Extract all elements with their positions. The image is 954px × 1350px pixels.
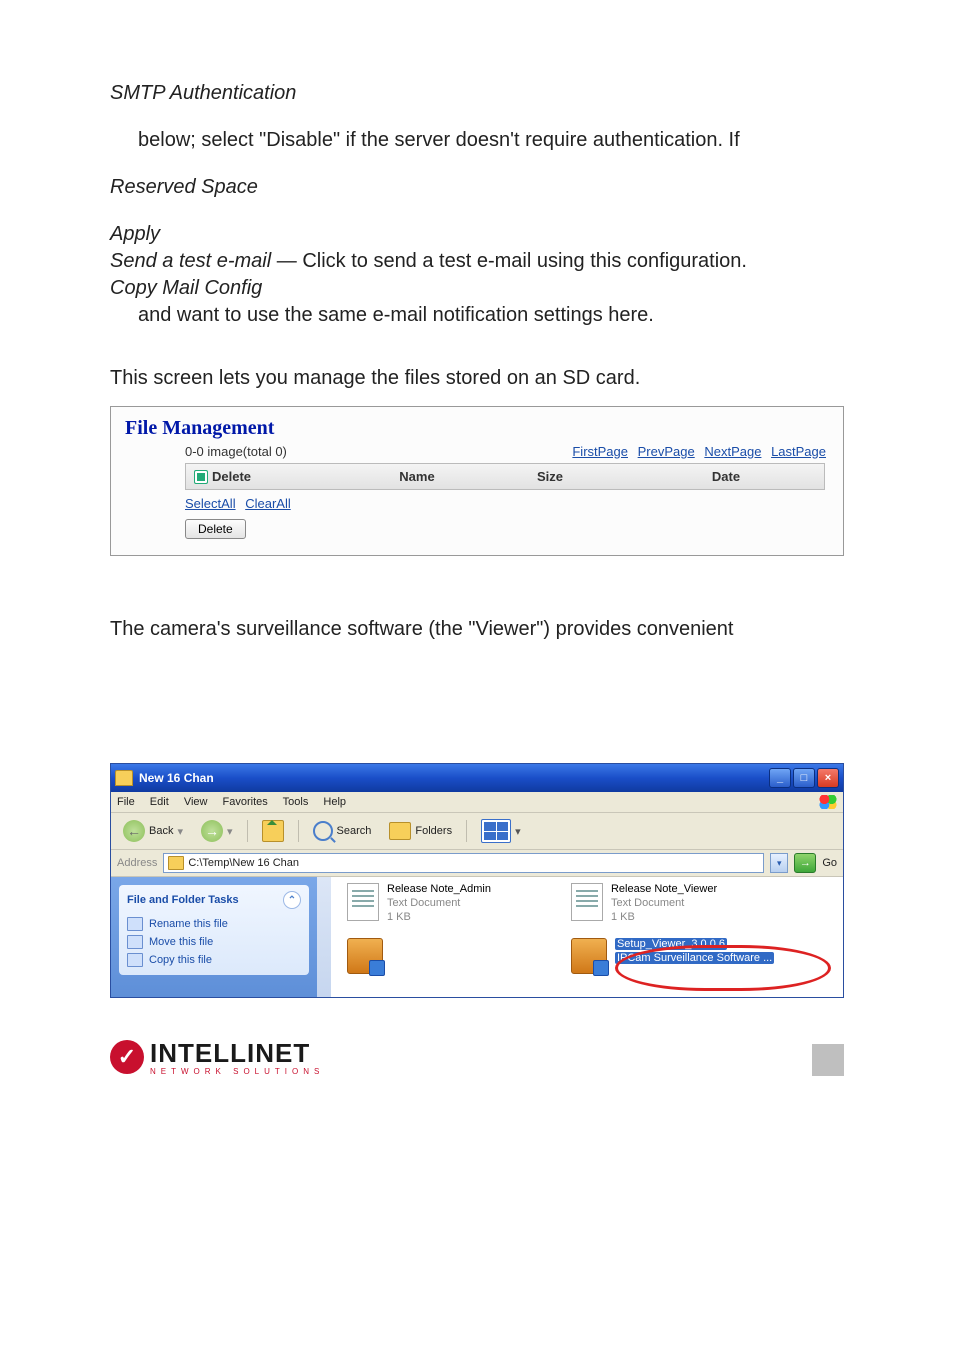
file-management-title: File Management (125, 417, 829, 440)
task-move[interactable]: Move this file (127, 933, 301, 951)
menu-tools[interactable]: Tools (283, 796, 309, 808)
prev-page-link[interactable]: PrevPage (638, 444, 695, 459)
file-installer-left[interactable] (347, 938, 491, 974)
task-rename[interactable]: Rename this file (127, 915, 301, 933)
folders-icon (389, 822, 411, 840)
file-setup-viewer[interactable]: Setup_Viewer_3.0.0.6 IPCam Surveillance … (571, 938, 774, 974)
file-list-area: Release Note_Admin Text Document 1 KB Re… (317, 877, 843, 997)
line-send-test: Send a test e-mail — Click to send a tes… (110, 248, 844, 275)
label-send-test: Send a test e-mail (110, 250, 271, 272)
chevron-up-icon: ⌃ (283, 891, 301, 909)
file-table-header: Delete Name Size Date (185, 463, 825, 490)
heading-smtp-auth: SMTP Authentication (110, 80, 844, 107)
views-button[interactable]: ▾ (475, 817, 527, 845)
heading-apply: Apply (110, 221, 844, 248)
heading-copy-mail: Copy Mail Config (110, 275, 844, 302)
address-dropdown[interactable]: ▾ (770, 853, 788, 873)
menu-favorites[interactable]: Favorites (223, 796, 268, 808)
folders-button[interactable]: Folders (383, 820, 458, 842)
menu-view[interactable]: View (184, 796, 208, 808)
search-icon (313, 821, 333, 841)
menu-file[interactable]: File (117, 796, 135, 808)
menu-edit[interactable]: Edit (150, 796, 169, 808)
select-all-link[interactable]: SelectAll (185, 496, 236, 511)
text-file-icon (571, 883, 603, 921)
up-button[interactable] (256, 818, 290, 844)
last-page-link[interactable]: LastPage (771, 444, 826, 459)
folder-icon (115, 770, 133, 786)
address-bar: Address C:\Temp\New 16 Chan ▾ → Go (111, 850, 843, 877)
go-label: Go (822, 857, 837, 869)
first-page-link[interactable]: FirstPage (572, 444, 628, 459)
folder-icon (168, 856, 184, 870)
menu-bar: File Edit View Favorites Tools Help (111, 792, 843, 813)
toolbar: ←Back▾ →▾ Search Folders ▾ (111, 813, 843, 850)
up-folder-icon (262, 820, 284, 842)
heading-reserved-space: Reserved Space (110, 174, 844, 201)
image-count-text: 0-0 image(total 0) (185, 444, 569, 459)
address-field[interactable]: C:\Temp\New 16 Chan (163, 853, 764, 873)
menu-help[interactable]: Help (323, 796, 346, 808)
text-send-test-rest: — Click to send a test e-mail using this… (271, 250, 747, 272)
explorer-window: New 16 Chan _ □ × File Edit View Favorit… (110, 763, 844, 998)
text-file-icon (347, 883, 379, 921)
go-button[interactable]: → (794, 853, 816, 873)
col-name[interactable]: Name (362, 464, 472, 489)
text-smtp-line: below; select "Disable" if the server do… (110, 127, 844, 154)
views-icon (481, 819, 511, 843)
next-page-link[interactable]: NextPage (704, 444, 761, 459)
delete-button[interactable]: Delete (185, 519, 246, 539)
text-sd-intro: This screen lets you manage the files st… (110, 365, 844, 392)
file-management-panel: File Management 0-0 image(total 0) First… (110, 406, 844, 556)
installer-icon (347, 938, 383, 974)
windows-flag-icon (819, 795, 837, 809)
address-path: C:\Temp\New 16 Chan (188, 857, 299, 869)
pager-links: FirstPage PrevPage NextPage LastPage (569, 444, 829, 459)
brand-tagline: NETWORK SOLUTIONS (150, 1067, 324, 1076)
file-release-note-viewer[interactable]: Release Note_Viewer Text Document 1 KB (571, 883, 774, 924)
move-icon (127, 935, 143, 949)
installer-icon (571, 938, 607, 974)
clear-all-link[interactable]: ClearAll (245, 496, 291, 511)
file-release-note-admin[interactable]: Release Note_Admin Text Document 1 KB (347, 883, 491, 924)
check-circle-icon (110, 1040, 144, 1074)
text-copy-mail: and want to use the same e-mail notifica… (110, 302, 844, 329)
search-button[interactable]: Search (307, 819, 378, 843)
address-label: Address (117, 857, 157, 869)
col-date[interactable]: Date (628, 464, 824, 489)
col-size[interactable]: Size (472, 464, 628, 489)
page-marker (812, 1044, 844, 1076)
rename-icon (127, 917, 143, 931)
window-titlebar[interactable]: New 16 Chan _ □ × (111, 764, 843, 792)
forward-button[interactable]: →▾ (195, 818, 239, 844)
col-delete[interactable]: Delete (186, 464, 362, 489)
task-panel-header[interactable]: File and Folder Tasks ⌃ (127, 891, 301, 909)
window-title: New 16 Chan (139, 771, 769, 785)
tasks-side-panel: File and Folder Tasks ⌃ Rename this file… (111, 877, 317, 997)
task-copy[interactable]: Copy this file (127, 951, 301, 969)
minimize-button[interactable]: _ (769, 768, 791, 788)
text-viewer-intro: The camera's surveillance software (the … (110, 616, 844, 643)
maximize-button[interactable]: □ (793, 768, 815, 788)
back-button[interactable]: ←Back▾ (117, 818, 189, 844)
copy-icon (127, 953, 143, 967)
brand-logo: INTELLINET NETWORK SOLUTIONS (110, 1038, 324, 1076)
brand-name: INTELLINET (150, 1038, 324, 1069)
close-button[interactable]: × (817, 768, 839, 788)
